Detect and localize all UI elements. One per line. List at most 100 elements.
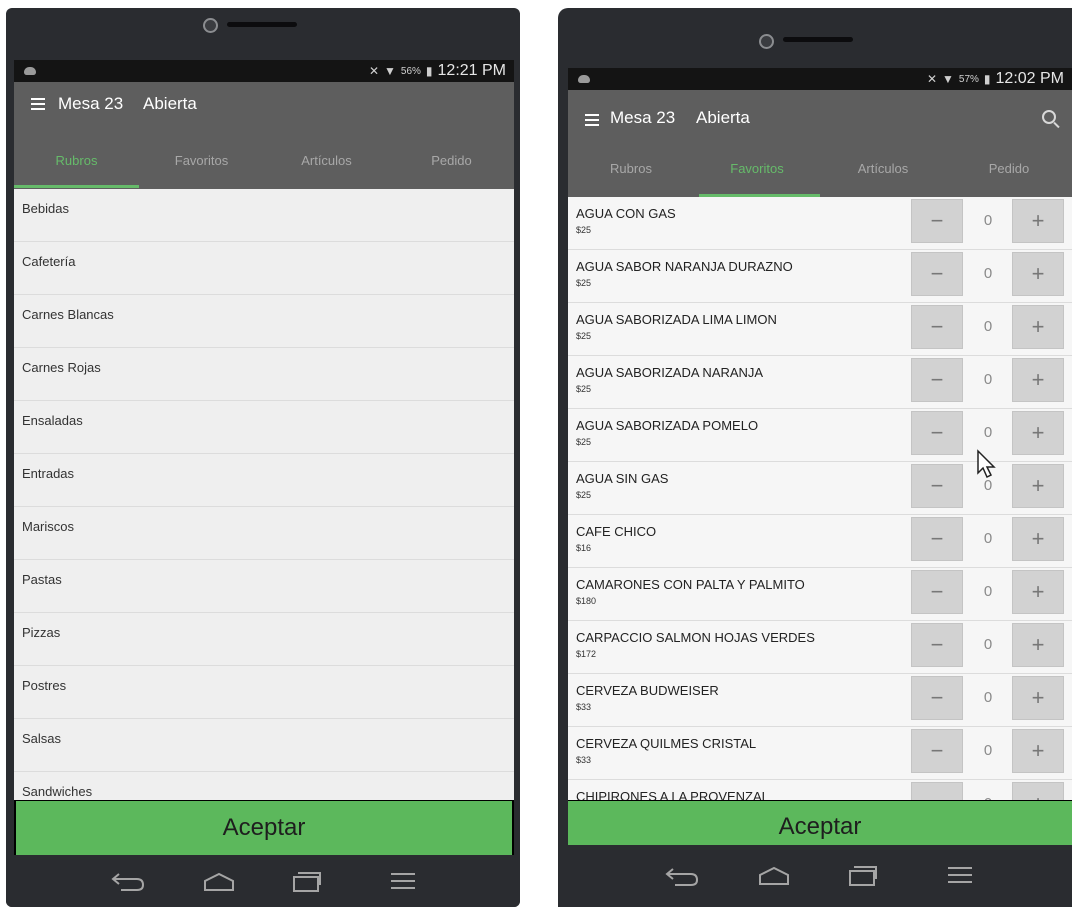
item-name: CAFE CHICO bbox=[576, 524, 657, 539]
increase-quantity-button[interactable]: + bbox=[1012, 252, 1064, 296]
item-name: AGUA SABORIZADA NARANJA bbox=[576, 365, 764, 380]
recent-apps-icon[interactable] bbox=[292, 871, 322, 893]
tab-favoritos[interactable]: Favoritos bbox=[139, 153, 264, 168]
rubro-item[interactable]: Carnes Blancas bbox=[14, 295, 514, 348]
right-phone-frame: ✕ ▼ 57% ▮ 12:02 PM Mesa 23 Abierta Rubro… bbox=[558, 8, 1072, 907]
quantity-value: 0 bbox=[983, 212, 993, 229]
favorito-row: CAFE CHICO $16 − 0 + bbox=[568, 515, 1072, 568]
favoritos-list: AGUA CON GAS $25−0 + AGUA SABOR NARANJA DUR… bbox=[568, 197, 1072, 800]
tab-pedido[interactable]: Pedido bbox=[946, 161, 1072, 176]
rubro-item[interactable]: Carnes Rojas bbox=[14, 348, 514, 401]
quantity-value: 0 bbox=[983, 689, 993, 706]
home-icon[interactable] bbox=[203, 872, 235, 892]
decrease-quantity-button[interactable]: − bbox=[911, 676, 963, 720]
back-icon[interactable] bbox=[665, 865, 699, 887]
quantity-value: 0 bbox=[983, 371, 993, 388]
tab-favoritos[interactable]: Favoritos bbox=[694, 161, 820, 176]
search-icon[interactable] bbox=[1042, 110, 1056, 124]
increase-quantity-button[interactable]: + bbox=[1012, 570, 1064, 614]
home-icon[interactable] bbox=[758, 866, 790, 886]
decrease-quantity-button[interactable]: − bbox=[911, 464, 963, 508]
increase-quantity-button[interactable]: + bbox=[1012, 782, 1064, 800]
increase-quantity-button[interactable]: + bbox=[1012, 305, 1064, 349]
decrease-quantity-button[interactable]: − bbox=[911, 782, 963, 800]
decrease-quantity-button[interactable]: − bbox=[911, 199, 963, 243]
increase-quantity-button[interactable]: + bbox=[1012, 517, 1064, 561]
clock: 12:21 PM bbox=[437, 62, 506, 79]
mute-icon: ✕ bbox=[926, 72, 937, 86]
table-title: Mesa 23 bbox=[610, 108, 676, 127]
battery-icon: ▮ bbox=[983, 72, 991, 86]
tab-rubros[interactable]: Rubros bbox=[14, 153, 139, 168]
table-status: Abierta bbox=[143, 94, 197, 113]
favorito-row: CAMARONES CON PALTA Y PALMITO $180 − 0 + bbox=[568, 568, 1072, 621]
back-icon[interactable] bbox=[111, 870, 145, 892]
decrease-quantity-button[interactable]: − bbox=[911, 623, 963, 667]
quantity-value: 0 bbox=[983, 530, 993, 547]
item-price: $33 bbox=[576, 702, 592, 712]
decrease-quantity-button[interactable]: − bbox=[911, 729, 963, 773]
rubros-list: Bebidas Cafetería Carnes Blancas Carnes Roj… bbox=[14, 189, 514, 800]
quantity-value: 0 bbox=[983, 477, 993, 494]
rubro-item[interactable]: Entradas bbox=[14, 454, 514, 507]
favorito-row: CERVEZA QUILMES CRISTAL $33 − 0 + bbox=[568, 727, 1072, 780]
increase-quantity-button[interactable]: + bbox=[1012, 199, 1064, 243]
tab-pedido[interactable]: Pedido bbox=[389, 153, 514, 168]
increase-quantity-button[interactable]: + bbox=[1012, 464, 1064, 508]
decrease-quantity-button[interactable]: − bbox=[911, 305, 963, 349]
recent-apps-icon[interactable] bbox=[848, 865, 878, 887]
decrease-quantity-button[interactable]: − bbox=[911, 358, 963, 402]
front-camera bbox=[203, 18, 218, 33]
quantity-value: 0 bbox=[983, 424, 993, 441]
item-price: $25 bbox=[576, 437, 592, 447]
quantity-value: 0 bbox=[983, 318, 993, 335]
favorito-row: CERVEZA BUDWEISER $33 − 0 + bbox=[568, 674, 1072, 727]
hamburger-menu-icon[interactable] bbox=[31, 98, 45, 113]
decrease-quantity-button[interactable]: − bbox=[911, 517, 963, 561]
battery-percent: 57% bbox=[958, 73, 979, 85]
tab-articulos[interactable]: Artículos bbox=[264, 153, 389, 168]
increase-quantity-button[interactable]: + bbox=[1012, 623, 1064, 667]
menu-icon[interactable] bbox=[391, 873, 415, 894]
status-bar: ✕ ▼ 56% ▮ 12:21 PM bbox=[14, 60, 514, 82]
tab-rubros[interactable]: Rubros bbox=[568, 161, 694, 176]
item-name: CAMARONES CON PALTA Y PALMITO bbox=[576, 577, 805, 592]
menu-icon[interactable] bbox=[948, 867, 972, 888]
tab-articulos[interactable]: Artículos bbox=[820, 161, 946, 176]
increase-quantity-button[interactable]: + bbox=[1012, 676, 1064, 720]
item-price: $180 bbox=[576, 596, 597, 606]
item-price: $16 bbox=[576, 543, 592, 553]
quantity-value: 0 bbox=[983, 742, 993, 759]
increase-quantity-button[interactable]: + bbox=[1012, 411, 1064, 455]
rubro-item[interactable]: Bebidas bbox=[14, 189, 514, 242]
item-name: AGUA SABORIZADA POMELO bbox=[576, 418, 759, 433]
increase-quantity-button[interactable]: + bbox=[1012, 729, 1064, 773]
rubro-item[interactable]: Pastas bbox=[14, 560, 514, 613]
quantity-value: 0 bbox=[983, 265, 993, 282]
favorito-row: AGUA SABORIZADA LIMA LIMON $25 − 0 + bbox=[568, 303, 1072, 356]
rubro-item[interactable]: Ensaladas bbox=[14, 401, 514, 454]
decrease-quantity-button[interactable]: − bbox=[911, 570, 963, 614]
rubro-item[interactable]: Salsas bbox=[14, 719, 514, 772]
decrease-quantity-button[interactable]: − bbox=[911, 411, 963, 455]
decrease-quantity-button[interactable]: − bbox=[911, 252, 963, 296]
mouse-pointer-icon bbox=[977, 449, 996, 479]
quantity-value: 0 bbox=[983, 583, 993, 600]
rubro-item[interactable]: Postres bbox=[14, 666, 514, 719]
increase-quantity-button[interactable]: + bbox=[1012, 358, 1064, 402]
item-price: $25 bbox=[576, 331, 592, 341]
mute-icon: ✕ bbox=[368, 64, 379, 78]
app-toolbar: Mesa 23 Abierta Rubros Favoritos Artícul… bbox=[14, 82, 514, 189]
nav-bar bbox=[558, 845, 1072, 907]
wifi-icon: ▼ bbox=[942, 72, 954, 86]
rubro-item[interactable]: Cafetería bbox=[14, 242, 514, 295]
left-screen: ✕ ▼ 56% ▮ 12:21 PM Mesa 23 Abierta Rubro… bbox=[14, 60, 514, 855]
rubro-item[interactable]: Pizzas bbox=[14, 613, 514, 666]
rubro-item[interactable]: Sandwiches bbox=[14, 772, 514, 800]
accept-button[interactable]: Aceptar bbox=[16, 801, 512, 855]
hamburger-menu-icon[interactable] bbox=[585, 114, 599, 129]
rubro-item[interactable]: Mariscos bbox=[14, 507, 514, 560]
quantity-value: 0 bbox=[983, 636, 993, 653]
item-name: AGUA SIN GAS bbox=[576, 471, 669, 486]
nav-bar bbox=[6, 855, 520, 907]
